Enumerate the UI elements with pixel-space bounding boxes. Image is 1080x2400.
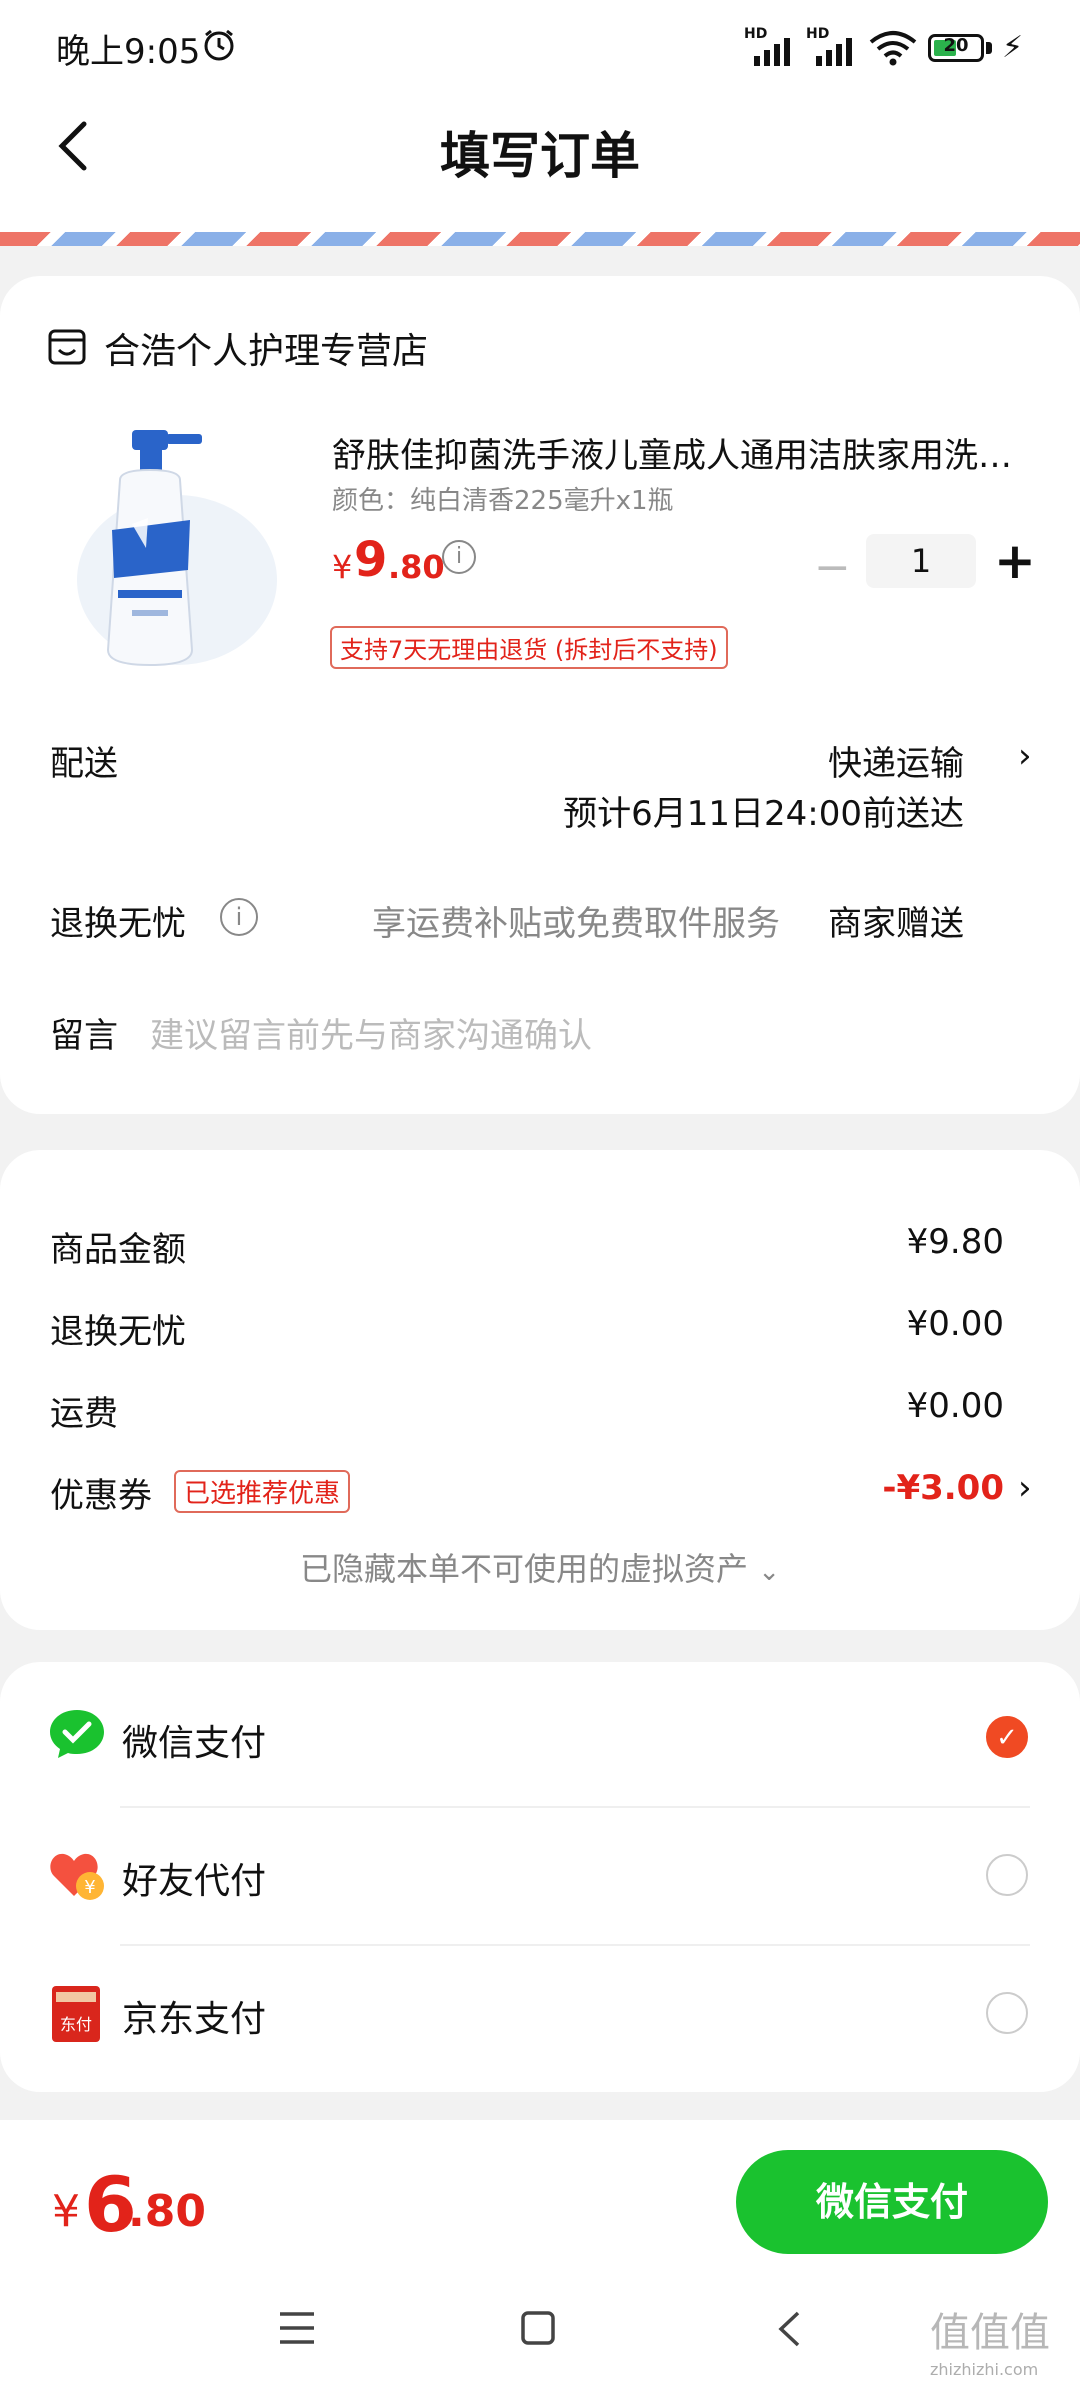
wechat-pay-icon [50, 1710, 104, 1758]
returns-value[interactable]: 商家赠送 [0, 896, 964, 945]
watermark-logo: 值值值 [930, 2310, 1050, 2356]
pay-button[interactable]: 微信支付 [736, 2150, 1048, 2254]
jd-pay-label: 京东支付 [122, 1999, 267, 2040]
shipping-fee-value: ¥0.00 [906, 1386, 1004, 1426]
price-info-icon[interactable]: i [442, 540, 476, 574]
chevron-down-icon: ⌄ [758, 1557, 780, 1587]
jd-pay-icon-text: 东付 [60, 2015, 92, 2034]
total-decimal: .80 [128, 2186, 206, 2237]
goods-amount-label: 商品金额 [50, 1230, 186, 1270]
friend-pay-icon: ¥ [50, 1853, 104, 1900]
wifi-icon [869, 31, 917, 66]
cellular-signal-1-icon: HD [744, 26, 794, 66]
system-back-icon[interactable] [776, 2310, 802, 2348]
delivery-eta: 预计6月11日24:00前送达 [563, 794, 964, 834]
payment-option-friend[interactable]: ¥ 好友代付 [0, 1808, 1080, 1944]
battery-level: 20 [943, 35, 969, 56]
wechat-pay-label: 微信支付 [122, 1723, 267, 1764]
hidden-assets-toggle[interactable]: 已隐藏本单不可使用的虚拟资产 ⌄ [0, 1544, 1080, 1590]
coupon-chevron-icon[interactable]: › [1018, 1468, 1032, 1508]
jd-pay-radio[interactable] [986, 1992, 1028, 2034]
message-label: 留言 [50, 1016, 118, 1056]
battery-cap [986, 42, 992, 54]
watermark-url: zhizhizhi.com [930, 2360, 1039, 2379]
friend-pay-icon-text: ¥ [84, 1877, 95, 1898]
quantity-increase-button[interactable]: + [994, 532, 1036, 590]
coupon-value[interactable]: -¥3.00 [704, 1468, 1004, 1508]
menu-icon[interactable] [278, 2310, 316, 2346]
store-icon[interactable] [48, 328, 86, 366]
price-currency: ¥ [332, 548, 353, 586]
order-card [0, 276, 1080, 1114]
friend-pay-label: 好友代付 [122, 1861, 267, 1902]
charging-icon: ⚡ [1002, 30, 1024, 65]
payment-option-jd[interactable]: 东付 京东支付 [0, 1946, 1080, 2082]
shipping-fee-label: 运费 [50, 1394, 118, 1434]
returns-fee-value: ¥0.00 [906, 1304, 1004, 1344]
page-title: 填写订单 [440, 127, 640, 185]
total-currency: ¥ [52, 2186, 80, 2237]
product-title[interactable]: 舒肤佳抑菌洗手液儿童成人通用洁肤家用洗手液 [332, 428, 1032, 477]
alarm-icon [204, 29, 234, 61]
store-name[interactable]: 合浩个人护理专营店 [104, 322, 428, 374]
message-input[interactable]: 建议留言前先与商家沟通确认 [150, 1008, 592, 1057]
product-variant[interactable]: 颜色：纯白清香225毫升x1瓶 [332, 480, 674, 517]
coupon-label: 优惠券 [50, 1476, 152, 1516]
jd-pay-icon: 东付 [52, 1986, 100, 2042]
product-image[interactable] [62, 420, 282, 670]
home-icon[interactable] [520, 2310, 556, 2346]
wechat-pay-radio[interactable]: ✓ [986, 1716, 1028, 1758]
return-policy-badge: 支持7天无理由退货 (拆封后不支持) [330, 626, 728, 669]
price-integer: 9 [354, 532, 388, 588]
goods-amount-value: ¥9.80 [906, 1222, 1004, 1262]
returns-fee-label: 退换无忧 [50, 1312, 186, 1352]
cellular-signal-2-icon: HD [806, 26, 856, 66]
hidden-assets-text: 已隐藏本单不可使用的虚拟资产 [300, 1550, 749, 1588]
payment-option-wechat[interactable]: 微信支付 ✓ [0, 1670, 1080, 1806]
airmail-border [0, 232, 1080, 246]
friend-pay-radio[interactable] [986, 1854, 1028, 1896]
status-time: 晚上9:05 [56, 32, 201, 72]
status-bar: 晚上9:05 HD HD 20 ⚡ [0, 0, 1080, 96]
coupon-badge: 已选推荐优惠 [174, 1470, 351, 1513]
delivery-chevron-icon[interactable]: › [1018, 736, 1032, 776]
battery-icon: 20 [928, 34, 984, 62]
quantity-decrease-button[interactable]: − [814, 542, 851, 593]
price-decimal: .80 [388, 548, 445, 586]
quantity-input[interactable]: 1 [866, 534, 976, 588]
delivery-method[interactable]: 快递运输 [0, 736, 964, 785]
